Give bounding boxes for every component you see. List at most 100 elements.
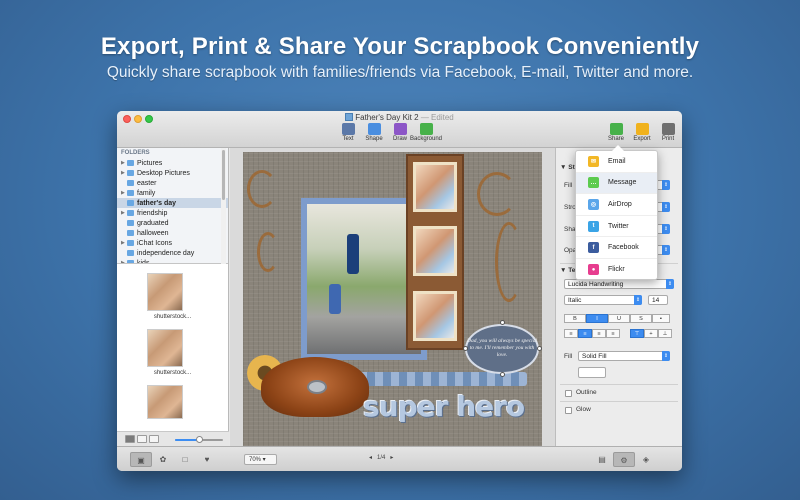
folder-icon: [127, 260, 134, 263]
folder-item[interactable]: father's day: [117, 198, 228, 208]
folder-icon: [127, 190, 134, 196]
zoom-select[interactable]: 70% ▾: [244, 454, 277, 465]
text-fill-label: Fill: [564, 353, 573, 360]
toolbar-background-button[interactable]: Background: [409, 123, 443, 142]
toolbar-print-button[interactable]: Print: [651, 123, 682, 142]
folder-label: Pictures: [137, 159, 163, 167]
selection-handle[interactable]: [500, 320, 505, 325]
arrange-icon[interactable]: ◈: [635, 452, 657, 467]
folder-icon: [127, 220, 134, 226]
scrapbook-page[interactable]: Dad, you will always be special to me. I…: [243, 152, 542, 446]
align-center-icon[interactable]: ≡: [578, 329, 592, 338]
folder-item[interactable]: ▶ family: [117, 188, 228, 198]
valign-top-icon[interactable]: ⊤: [630, 329, 644, 338]
print-icon: [661, 123, 675, 135]
folders-scrollbar[interactable]: [221, 148, 226, 264]
strikethrough-button[interactable]: S: [630, 314, 652, 323]
strip-photo[interactable]: [413, 226, 457, 276]
outline-checkbox[interactable]: [565, 390, 572, 397]
align-right-icon[interactable]: ≡: [592, 329, 606, 338]
selection-handle[interactable]: [537, 346, 542, 351]
share-item-airdrop[interactable]: ◎ AirDrop: [576, 194, 657, 216]
embellishments-tab-icon[interactable]: ✿: [152, 452, 174, 467]
shadow-popup-stepper[interactable]: ⇕: [656, 224, 670, 234]
valign-bottom-icon[interactable]: ⊥: [658, 329, 672, 338]
toolbar-button-label: Background: [409, 136, 443, 142]
folder-item[interactable]: ▶ Desktop Pictures: [117, 168, 228, 178]
share-item-label: Facebook: [608, 244, 639, 252]
folder-item[interactable]: ▶ friendship: [117, 208, 228, 218]
next-page-icon[interactable]: ▸: [390, 455, 393, 461]
align-left-icon[interactable]: ≡: [564, 329, 578, 338]
italic-button[interactable]: I: [586, 314, 608, 323]
decorative-swirl: [257, 232, 279, 272]
folder-item[interactable]: ▶ kids: [117, 258, 228, 263]
folder-label: iChat Icons: [137, 239, 173, 247]
prev-page-icon[interactable]: ◂: [369, 455, 372, 461]
font-size-field[interactable]: 14: [648, 295, 668, 305]
stroke-popup-stepper[interactable]: ⇕: [656, 202, 670, 212]
glow-checkbox[interactable]: [565, 407, 572, 414]
cowboy-hat-sticker[interactable]: [261, 357, 369, 417]
edited-indicator: Edited: [431, 113, 454, 122]
selection-handle[interactable]: [500, 372, 505, 377]
glow-label: Glow: [576, 406, 591, 413]
thumbnail-size-slider[interactable]: [175, 436, 223, 443]
bold-button[interactable]: B: [564, 314, 586, 323]
selection-handle[interactable]: [463, 346, 468, 351]
share-item-message[interactable]: … Message: [576, 172, 657, 195]
layers-list-icon[interactable]: ▤: [591, 452, 613, 467]
note-text-box[interactable]: Dad, you will always be special to me. I…: [465, 324, 539, 374]
folder-item[interactable]: independence day: [117, 248, 228, 258]
strip-photo[interactable]: [413, 291, 457, 341]
window-title-separator: —: [420, 113, 429, 122]
folder-item[interactable]: graduated: [117, 218, 228, 228]
font-style-select[interactable]: Italic ⇕: [564, 295, 642, 305]
popup-arrow-icon: ⇕: [662, 202, 670, 212]
favorites-tab-icon[interactable]: ♥: [196, 452, 218, 467]
folder-label: easter: [137, 179, 157, 187]
style-section-header[interactable]: ▼ St: [560, 164, 575, 171]
popup-arrow-icon: ⇕: [662, 245, 670, 255]
list-view-icon[interactable]: [137, 435, 147, 443]
text-section-header[interactable]: ▼ Te: [560, 267, 575, 274]
grid-view-icon[interactable]: [125, 435, 135, 443]
strip-photo[interactable]: [413, 162, 457, 212]
slider-knob[interactable]: [196, 436, 203, 443]
folder-item[interactable]: easter: [117, 178, 228, 188]
more-style-icon[interactable]: ▪: [652, 314, 670, 323]
folder-icon: [127, 240, 134, 246]
detail-view-icon[interactable]: [149, 435, 159, 443]
share-item-twitter[interactable]: t Twitter: [576, 216, 657, 238]
share-icon: [609, 123, 623, 135]
align-justify-icon[interactable]: ≡: [606, 329, 620, 338]
folder-label: independence day: [137, 249, 195, 257]
folder-list: ▶ Pictures ▶ Desktop Pictures easter ▶ family f…: [117, 158, 228, 263]
share-item-email[interactable]: ✉ Email: [576, 151, 657, 173]
fill-popup-stepper[interactable]: ⇕: [656, 180, 670, 190]
share-item-label: Message: [608, 179, 637, 187]
outline-label: Outline: [576, 389, 597, 396]
opacity-stepper[interactable]: ⇕: [656, 245, 670, 255]
share-item-facebook[interactable]: f Facebook: [576, 237, 657, 259]
photo-strip[interactable]: [406, 154, 464, 350]
folder-label: father's day: [137, 199, 177, 207]
thumbnail-image[interactable]: [147, 273, 183, 311]
underline-button[interactable]: U: [608, 314, 630, 323]
folder-item[interactable]: halloween: [117, 228, 228, 238]
text-color-well[interactable]: [578, 367, 606, 378]
thumbnail-image[interactable]: [147, 385, 183, 419]
thumbnail-image[interactable]: [147, 329, 183, 367]
email-icon: ✉: [588, 155, 599, 167]
folder-item[interactable]: ▶ iChat Icons: [117, 238, 228, 248]
settings-gear-icon[interactable]: ⚙: [613, 452, 635, 467]
frames-tab-icon[interactable]: □: [174, 452, 196, 467]
share-item-label: AirDrop: [608, 200, 632, 208]
photos-tab-icon[interactable]: ▣: [130, 452, 152, 467]
valign-middle-icon[interactable]: +: [644, 329, 658, 338]
share-item-flickr[interactable]: ● Flickr: [576, 259, 657, 281]
folders-scroll-knob[interactable]: [222, 150, 225, 200]
title-word-art[interactable]: super hero: [363, 390, 525, 423]
folder-item[interactable]: ▶ Pictures: [117, 158, 228, 168]
text-fill-select[interactable]: Solid Fill ⇕: [578, 351, 670, 361]
